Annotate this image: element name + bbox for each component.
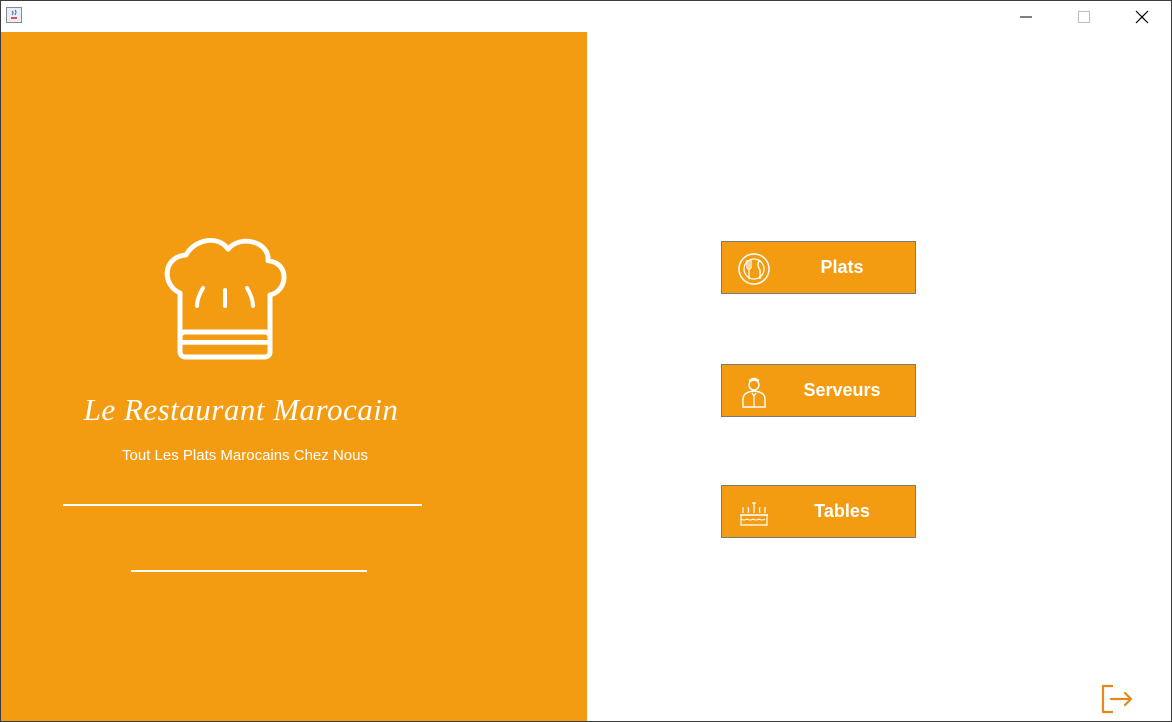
plats-button[interactable]: Plats bbox=[721, 241, 916, 294]
plats-label: Plats bbox=[820, 257, 864, 277]
restaurant-subtitle: Tout Les Plats Marocains Chez Nous bbox=[122, 447, 368, 464]
minimize-button[interactable] bbox=[997, 1, 1055, 32]
java-app-icon bbox=[6, 7, 22, 23]
serveurs-button[interactable]: Serveurs bbox=[721, 364, 916, 417]
serveurs-label: Serveurs bbox=[803, 380, 881, 400]
brand-panel: Le Restaurant Marocain Tout Les Plats Ma… bbox=[1, 32, 587, 721]
close-icon bbox=[1135, 10, 1149, 23]
maximize-icon bbox=[1078, 10, 1090, 23]
logout-icon bbox=[1101, 684, 1133, 714]
tables-label: Tables bbox=[814, 501, 870, 521]
logout-button[interactable] bbox=[1099, 681, 1135, 717]
plate-cutlery-icon bbox=[736, 251, 772, 287]
waiter-icon bbox=[736, 374, 772, 410]
minimize-icon bbox=[1020, 16, 1032, 17]
close-button[interactable] bbox=[1113, 1, 1171, 32]
app-window: Le Restaurant Marocain Tout Les Plats Ma… bbox=[0, 0, 1172, 722]
divider bbox=[131, 570, 367, 572]
restaurant-title: Le Restaurant Marocain bbox=[83, 392, 399, 427]
title-bar[interactable] bbox=[1, 1, 1171, 32]
divider bbox=[63, 504, 422, 506]
chef-hat-icon bbox=[158, 228, 292, 367]
maximize-button[interactable] bbox=[1055, 1, 1113, 32]
tables-button[interactable]: Tables bbox=[721, 485, 916, 538]
dining-table-icon bbox=[736, 495, 772, 531]
